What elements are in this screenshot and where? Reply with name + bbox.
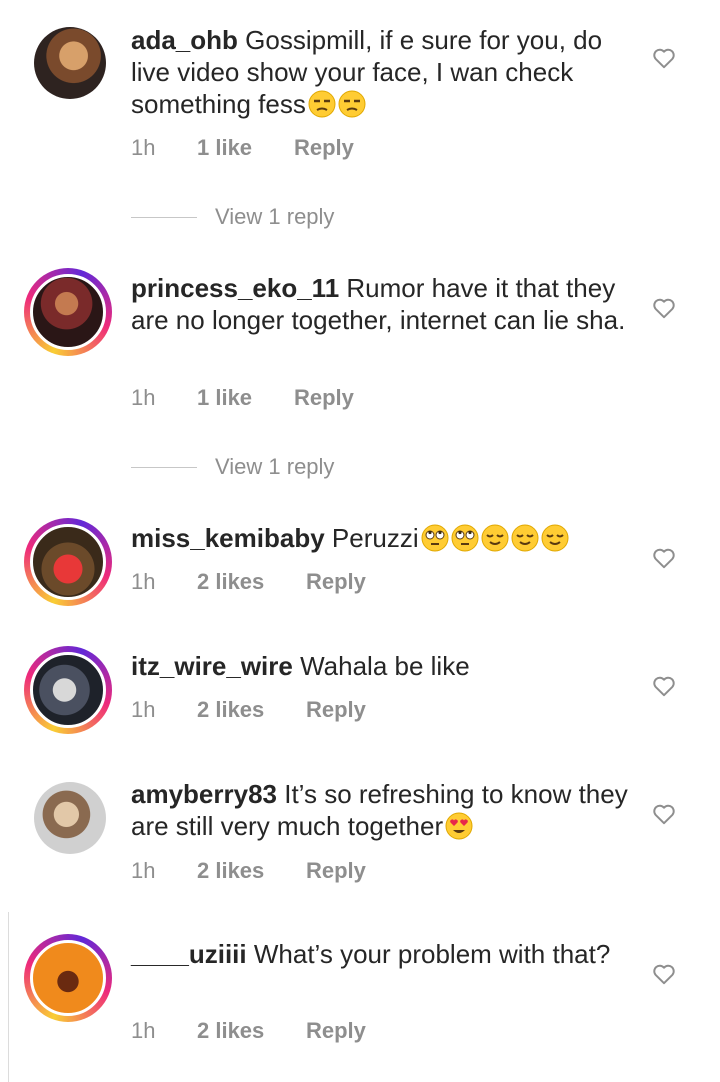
- reply-button[interactable]: Reply: [306, 697, 366, 723]
- comment-username[interactable]: miss_kemibaby: [131, 523, 325, 553]
- heart-icon[interactable]: [651, 961, 677, 987]
- comment-time: 1h: [131, 858, 156, 883]
- relieved-face-icon: [541, 524, 569, 552]
- comment-text: miss_kemibaby Peruzzi: [131, 522, 631, 554]
- avatar[interactable]: [24, 934, 112, 1022]
- comment-meta: 1h 1 like Reply: [131, 135, 354, 161]
- avatar-image: [34, 782, 106, 854]
- comment-username[interactable]: amyberry83: [131, 779, 277, 809]
- avatar-image: [30, 274, 106, 350]
- comment-likes[interactable]: 2 likes: [197, 1018, 306, 1044]
- comment-likes[interactable]: 2 likes: [197, 697, 306, 723]
- comment-time: 1h: [131, 135, 156, 160]
- heart-icon[interactable]: [651, 295, 677, 321]
- heart-icon[interactable]: [651, 545, 677, 571]
- avatar-image: [30, 652, 106, 728]
- comment-time: 1h: [131, 1018, 156, 1043]
- heart-icon[interactable]: [651, 801, 677, 827]
- comment-username[interactable]: ____uziiii: [131, 939, 247, 969]
- unamused-face-icon: [308, 90, 336, 118]
- comment-meta: 1h 1 like Reply: [131, 385, 354, 411]
- reply-button[interactable]: Reply: [294, 135, 354, 161]
- avatar-image: [34, 27, 106, 99]
- relieved-face-icon: [481, 524, 509, 552]
- comment-username[interactable]: ada_ohb: [131, 25, 238, 55]
- reply-button[interactable]: Reply: [306, 1018, 366, 1044]
- divider: [131, 216, 197, 218]
- divider: [131, 466, 197, 468]
- comment-time: 1h: [131, 697, 156, 722]
- comment-meta: 1h 2 likes Reply: [131, 697, 366, 723]
- view-replies-button[interactable]: View 1 reply: [131, 454, 334, 480]
- avatar[interactable]: [24, 23, 112, 111]
- comment-meta: 1h 2 likes Reply: [131, 569, 366, 595]
- heart-icon[interactable]: [651, 673, 677, 699]
- comment-body: Peruzzi: [331, 523, 419, 553]
- avatar-image: [30, 940, 106, 1016]
- comment-text: itz_wire_wire Wahala be like: [131, 650, 631, 682]
- comment-time: 1h: [131, 385, 156, 410]
- avatar[interactable]: [24, 778, 112, 866]
- avatar[interactable]: [24, 268, 112, 356]
- left-edge-divider: [8, 912, 9, 1082]
- reply-button[interactable]: Reply: [306, 858, 366, 884]
- comment-text: ____uziiii What’s your problem with that…: [131, 938, 631, 970]
- comment-time: 1h: [131, 569, 156, 594]
- rolling-eyes-face-icon: [451, 524, 479, 552]
- comment-likes[interactable]: 2 likes: [197, 858, 306, 884]
- comment-text: amyberry83 It’s so refreshing to know th…: [131, 778, 631, 842]
- unamused-face-icon: [338, 90, 366, 118]
- relieved-face-icon: [511, 524, 539, 552]
- view-replies-label: View 1 reply: [215, 454, 335, 479]
- comment-text: princess_eko_11 Rumor have it that they …: [131, 272, 631, 336]
- comment-meta: 1h 2 likes Reply: [131, 858, 366, 884]
- rolling-eyes-face-icon: [421, 524, 449, 552]
- comment-body: What’s your problem with that?: [253, 939, 611, 969]
- comment-text: ada_ohb Gossipmill, if e sure for you, d…: [131, 24, 631, 120]
- view-replies-label: View 1 reply: [215, 204, 335, 229]
- view-replies-button[interactable]: View 1 reply: [131, 204, 334, 230]
- reply-button[interactable]: Reply: [306, 569, 366, 595]
- avatar[interactable]: [24, 518, 112, 606]
- comment-body: Wahala be like: [300, 651, 470, 681]
- comment-likes[interactable]: 1 like: [197, 135, 294, 161]
- comments-screen: ada_ohb Gossipmill, if e sure for you, d…: [0, 0, 720, 1082]
- comment-likes[interactable]: 1 like: [197, 385, 294, 411]
- comment-likes[interactable]: 2 likes: [197, 569, 306, 595]
- heart-eyes-face-icon: [445, 812, 473, 840]
- reply-button[interactable]: Reply: [294, 385, 354, 411]
- comment-username[interactable]: princess_eko_11: [131, 273, 339, 303]
- comment-meta: 1h 2 likes Reply: [131, 1018, 366, 1044]
- comment-username[interactable]: itz_wire_wire: [131, 651, 293, 681]
- heart-icon[interactable]: [651, 45, 677, 71]
- avatar-image: [30, 524, 106, 600]
- avatar[interactable]: [24, 646, 112, 734]
